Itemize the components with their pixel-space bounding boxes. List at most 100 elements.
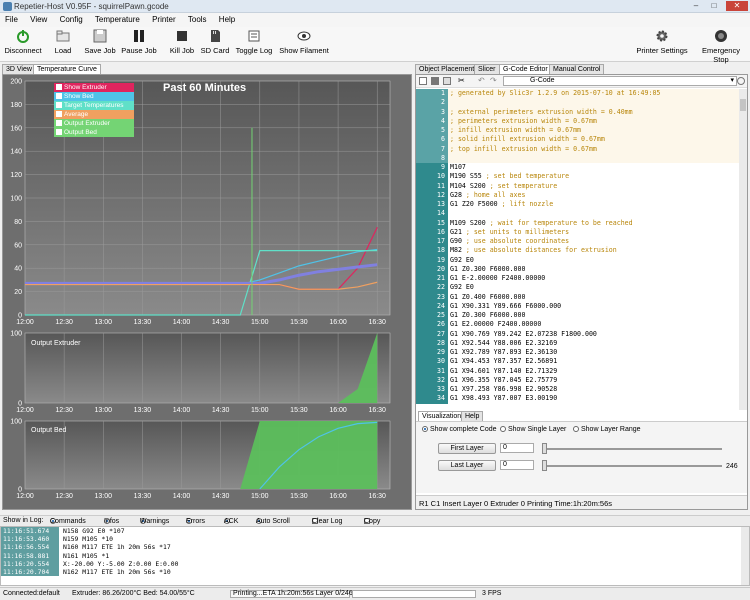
gcode-code-area[interactable]: 1; generated by Slic3r 1.2.9 on 2015-07-… xyxy=(416,89,739,410)
code-line[interactable]: 5; infill extrusion width = 0.67mm xyxy=(416,126,739,136)
clear-icon[interactable] xyxy=(443,77,451,85)
close-icon[interactable]: ✕ xyxy=(726,1,748,11)
last-layer-spinner[interactable]: 0 xyxy=(500,460,534,470)
tab-object-placement[interactable]: Object Placement xyxy=(415,64,479,74)
code-line[interactable]: 31 G1 X94.601 Y87.140 E2.71329 xyxy=(416,366,739,376)
code-line[interactable]: 17 G90 ; use absolute coordinates xyxy=(416,237,739,247)
menu-printer[interactable]: Printer xyxy=(147,13,181,24)
y-tick-label: 20 xyxy=(14,289,22,296)
disconnect-button[interactable]: Disconnect xyxy=(3,29,43,55)
menu-temperature[interactable]: Temperature xyxy=(90,13,145,24)
menu-help[interactable]: Help xyxy=(214,13,240,24)
code-line[interactable]: 6; solid infill extrusion width = 0.67mm xyxy=(416,135,739,145)
last-layer-button[interactable]: Last Layer xyxy=(438,460,496,471)
first-layer-spinner[interactable]: 0 xyxy=(500,443,534,453)
kill-job-button[interactable]: Kill Job xyxy=(168,29,196,55)
legend-item[interactable]: Output Extruder xyxy=(54,119,134,128)
code-line[interactable]: 8 xyxy=(416,153,739,163)
minimize-icon[interactable]: – xyxy=(688,1,704,11)
first-layer-slider-handle[interactable] xyxy=(542,443,547,454)
emergency-stop-button[interactable]: Emergency Stop xyxy=(694,29,748,64)
code-line[interactable]: 24 G1 X90.331 Y89.666 F6000.000 xyxy=(416,301,739,311)
undo-icon[interactable]: ↶ xyxy=(478,76,485,85)
line-number: 27 xyxy=(416,329,448,339)
last-layer-slider-handle[interactable] xyxy=(542,460,547,471)
first-layer-button[interactable]: First Layer xyxy=(438,443,496,454)
legend-checkbox[interactable] xyxy=(56,111,62,118)
cut-icon[interactable]: ✂ xyxy=(458,76,465,85)
scrollbar-thumb[interactable] xyxy=(740,99,746,111)
code-line[interactable]: 33 G1 X97.258 Y86.998 E2.90528 xyxy=(416,385,739,395)
tab-slicer[interactable]: Slicer xyxy=(474,64,500,74)
show-range-radio[interactable]: Show Layer Range xyxy=(573,426,641,433)
show-filament-button[interactable]: Show Filament xyxy=(278,29,330,55)
legend-item[interactable]: Average xyxy=(54,110,134,119)
sd-card-button[interactable]: SD Card xyxy=(200,29,230,55)
redo-icon[interactable]: ↷ xyxy=(490,76,497,85)
code-line[interactable]: 23 G1 Z0.400 F6000.000 xyxy=(416,292,739,302)
code-line[interactable]: 27 G1 X90.769 Y89.242 E2.07238 F1800.000 xyxy=(416,329,739,339)
show-single-radio[interactable]: Show Single Layer xyxy=(500,426,566,433)
legend-checkbox[interactable] xyxy=(56,120,62,127)
code-line[interactable]: 20 G1 Z0.300 F6000.000 xyxy=(416,264,739,274)
code-line[interactable]: 32 G1 X96.355 Y87.045 E2.75779 xyxy=(416,375,739,385)
maximize-icon[interactable]: □ xyxy=(706,1,722,11)
new-file-icon[interactable] xyxy=(419,77,427,85)
legend-item[interactable]: Show Extruder xyxy=(54,83,134,92)
legend-item[interactable]: Output Bed xyxy=(54,128,134,137)
toggle-log-button[interactable]: Toggle Log xyxy=(234,29,274,55)
tab-manual-control[interactable]: Manual Control xyxy=(549,64,605,74)
show-complete-radio[interactable]: Show complete Code xyxy=(422,426,497,433)
legend-checkbox[interactable] xyxy=(56,84,62,91)
tab-3d-view[interactable]: 3D View xyxy=(2,64,36,74)
code-line[interactable]: 1; generated by Slic3r 1.2.9 on 2015-07-… xyxy=(416,89,739,99)
log-scrollbar[interactable] xyxy=(741,527,749,585)
code-line[interactable]: 14 xyxy=(416,209,739,219)
tab-help[interactable]: Help xyxy=(461,411,484,421)
legend-checkbox[interactable] xyxy=(56,93,62,100)
y-tick-label: 200 xyxy=(10,79,22,86)
legend-checkbox[interactable] xyxy=(56,102,62,109)
pause-job-button[interactable]: Pause Job xyxy=(121,29,157,55)
line-number: 18 xyxy=(416,246,448,256)
code-line[interactable]: 30 G1 X94.453 Y87.357 E2.56891 xyxy=(416,357,739,367)
code-line[interactable]: 15 M109 S200 ; wait for temperature to be… xyxy=(416,218,739,228)
code-line[interactable]: 16 G21 ; set units to millimeters xyxy=(416,227,739,237)
code-line[interactable]: 12 G28 ; home all axes xyxy=(416,190,739,200)
gcode-selector[interactable]: G-Code ▾ xyxy=(503,76,737,86)
eye-toggle-icon[interactable] xyxy=(737,77,745,85)
code-line[interactable]: 21 G1 E-2.00000 F2400.00000 xyxy=(416,274,739,284)
code-line[interactable]: 34 G1 X98.493 Y87.007 E3.00190 xyxy=(416,394,739,404)
menu-tools[interactable]: Tools xyxy=(183,13,212,24)
code-line[interactable]: 7; top infill extrusion width = 0.67mm xyxy=(416,144,739,154)
title-bar: Repetier-Host V0.95F - squirrelPawn.gcod… xyxy=(0,0,750,13)
menu-config[interactable]: Config xyxy=(55,13,88,24)
menu-view[interactable]: View xyxy=(25,13,52,24)
code-line[interactable]: 4; perimeters extrusion width = 0.67mm xyxy=(416,116,739,126)
legend-item[interactable]: Show Bed xyxy=(54,92,134,101)
code-line[interactable]: 25 G1 Z0.300 F6000.000 xyxy=(416,311,739,321)
code-line[interactable]: 26 G1 E2.00000 F2400.00000 xyxy=(416,320,739,330)
legend-item[interactable]: Target Temperatures xyxy=(54,101,134,110)
printer-settings-button[interactable]: Printer Settings xyxy=(634,29,690,55)
save-job-button[interactable]: Save Job xyxy=(84,29,116,55)
code-line[interactable]: 13 G1 Z20 F5000 ; lift nozzle xyxy=(416,200,739,210)
code-line[interactable]: 18 M82 ; use absolute distances for extru… xyxy=(416,246,739,256)
log-area[interactable]: 11:16:51.674 N158 G92 E0 *107 11:16:53.460… xyxy=(0,526,750,586)
code-line[interactable]: 9 M107 xyxy=(416,163,739,173)
code-line[interactable]: 28 G1 X92.544 Y88.006 E2.32169 xyxy=(416,338,739,348)
code-line[interactable]: 10 M190 S55 ; set bed temperature xyxy=(416,172,739,182)
code-command: M109 S200 xyxy=(450,218,490,227)
code-line[interactable]: 11 M104 S200 ; set temperature xyxy=(416,181,739,191)
code-line[interactable]: 29 G1 X92.789 Y87.893 E2.36130 xyxy=(416,348,739,358)
code-line[interactable]: 22 G92 E0 xyxy=(416,283,739,293)
code-line[interactable]: 2 xyxy=(416,98,739,108)
save-icon-small[interactable] xyxy=(431,77,439,85)
editor-scrollbar[interactable] xyxy=(739,89,747,410)
code-line[interactable]: 19 G92 E0 xyxy=(416,255,739,265)
code-text: G1 X97.258 Y86.998 E2.90528 xyxy=(450,385,558,393)
legend-checkbox[interactable] xyxy=(56,129,62,136)
code-line[interactable]: 3; external perimeters extrusion width =… xyxy=(416,107,739,117)
load-button[interactable]: Load xyxy=(50,29,76,55)
menu-file[interactable]: File xyxy=(0,13,23,24)
